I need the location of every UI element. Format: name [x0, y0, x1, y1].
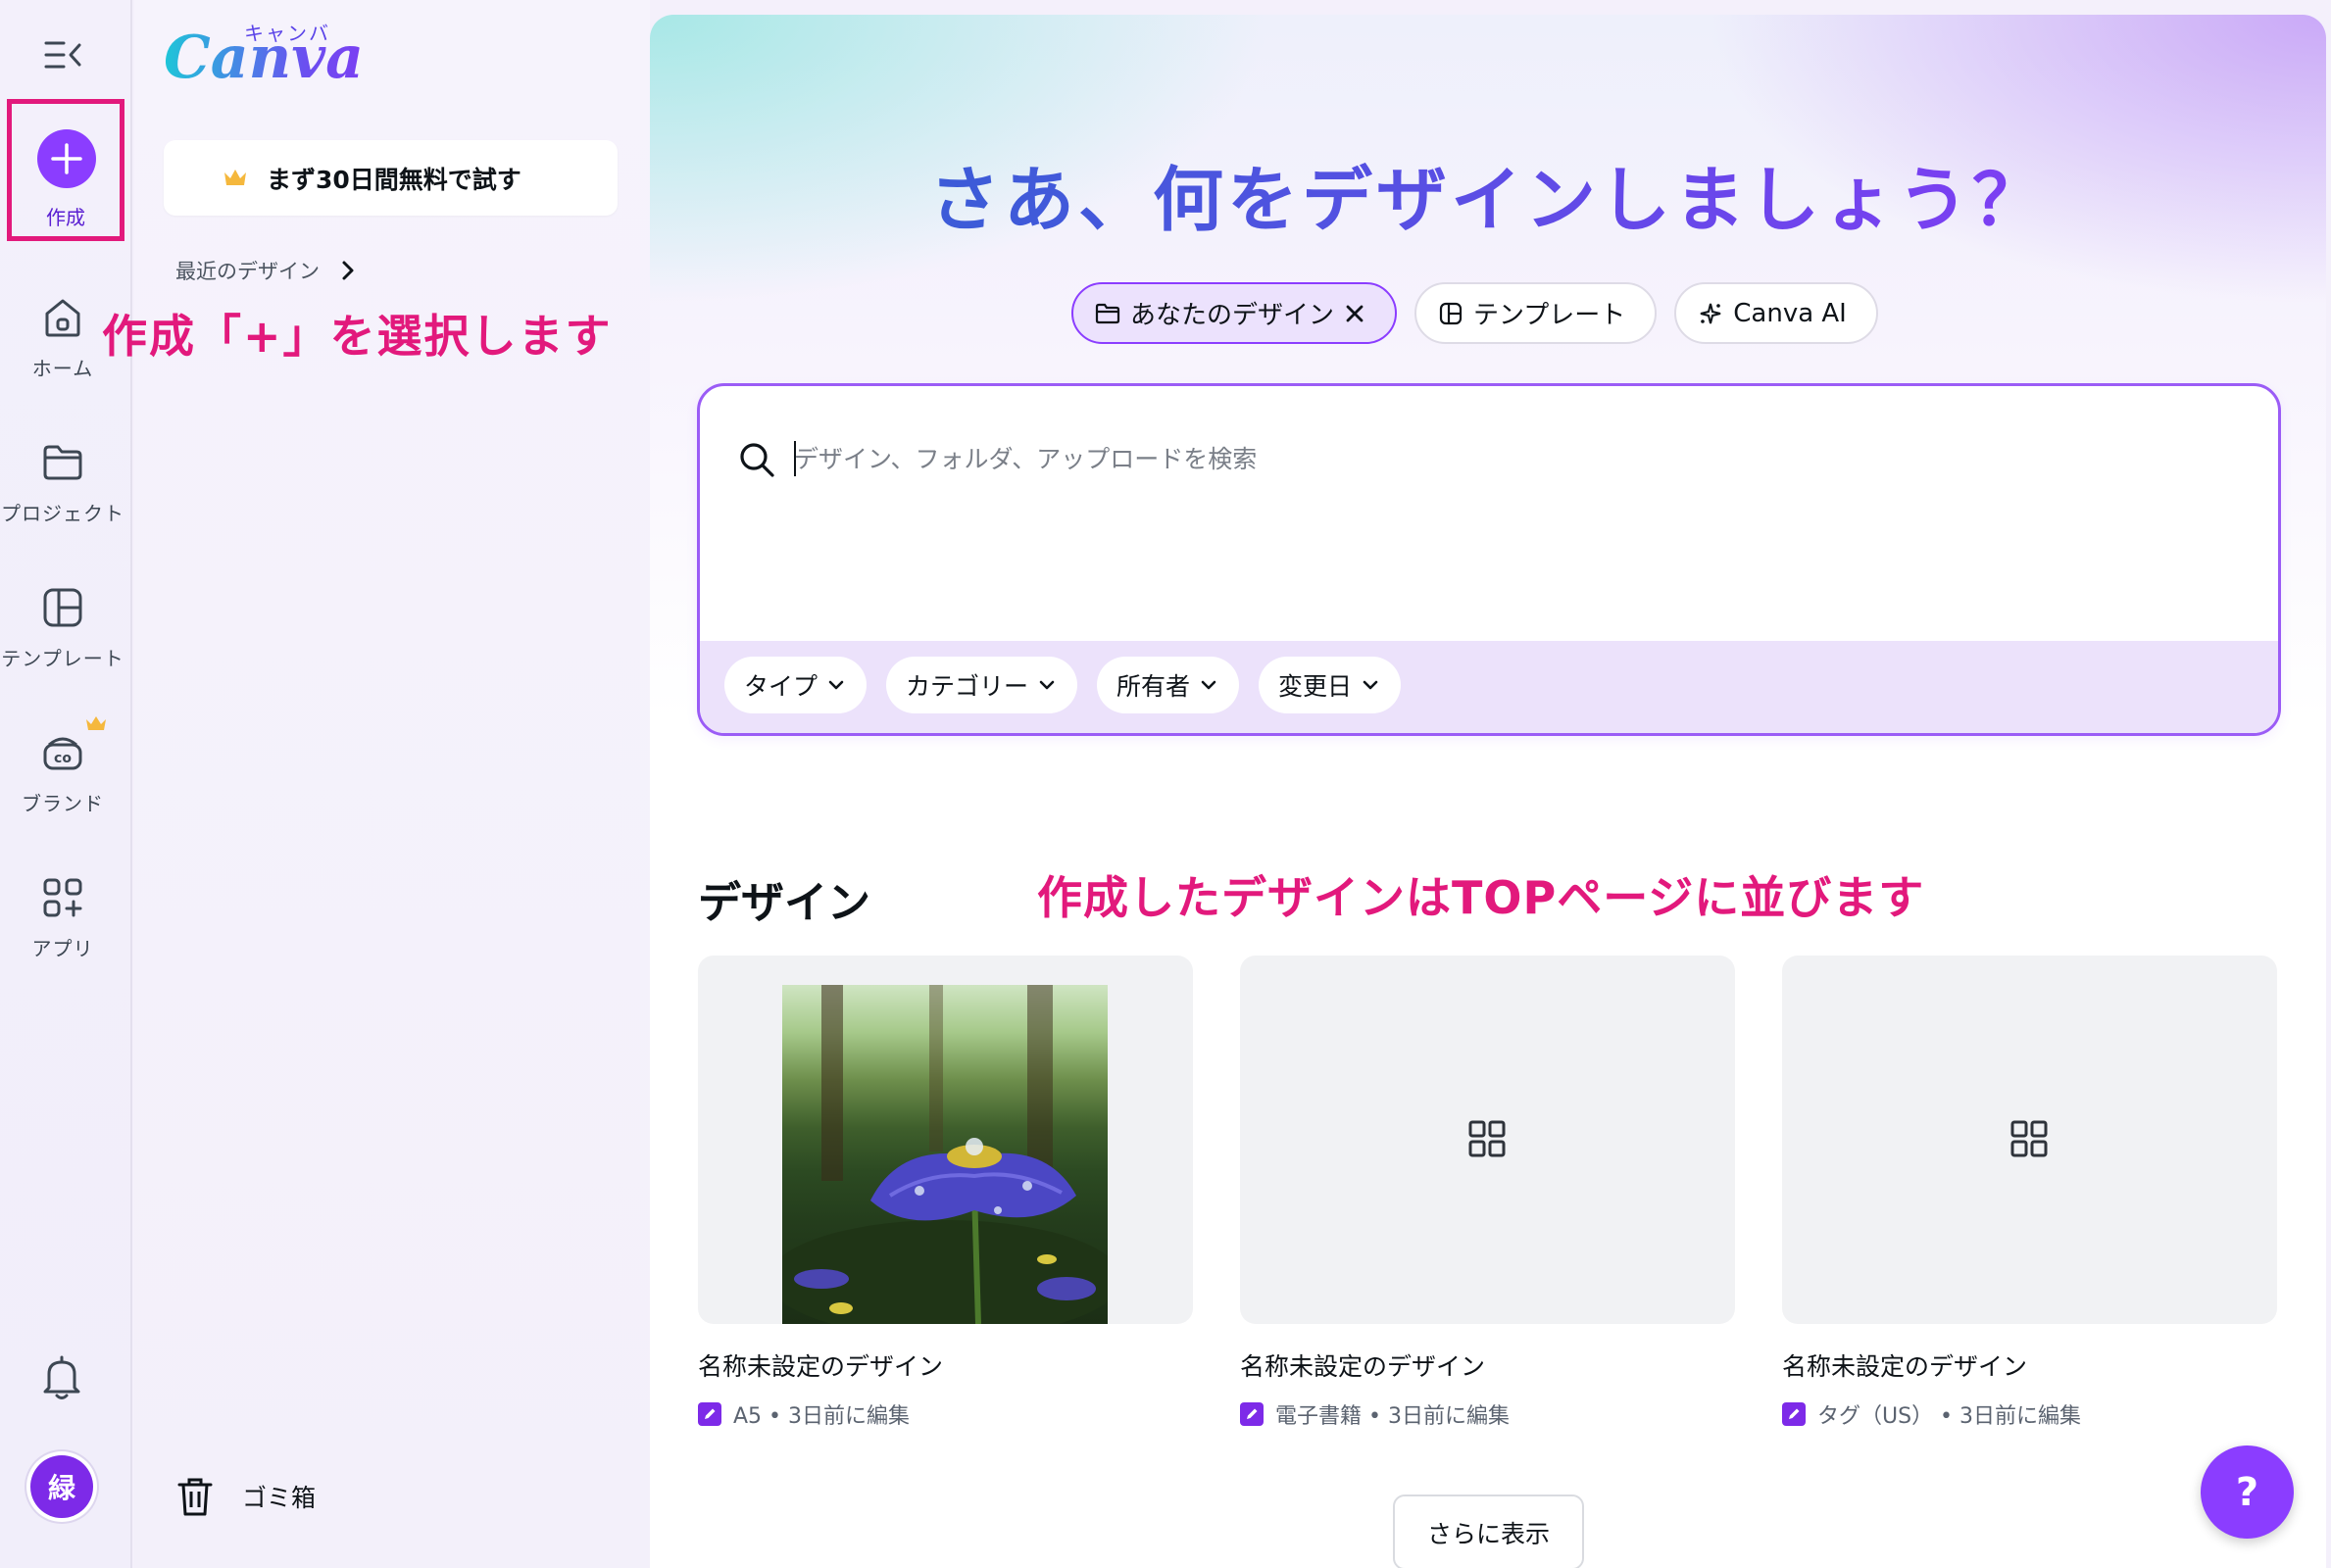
close-icon[interactable] [1344, 303, 1365, 324]
folder-icon [43, 445, 82, 480]
home-icon [45, 299, 80, 337]
filter-category-label: カテゴリー [906, 672, 1029, 701]
rail-label-apps: アプリ [31, 937, 94, 960]
template-icon [1439, 302, 1463, 324]
filter-bar: タイプ カテゴリー 所有者 変更日 [700, 641, 2278, 733]
design-meta: A5 • 3日前に編集 [698, 1398, 1193, 1430]
create-highlight-box: 作成 [7, 99, 124, 241]
apps-icon [43, 878, 82, 917]
create-button[interactable] [37, 129, 96, 188]
chip-your-designs[interactable]: あなたのデザイン [1071, 282, 1398, 344]
filter-category[interactable]: カテゴリー [886, 657, 1078, 713]
folder-icon [1095, 303, 1120, 323]
brand-icon: co [43, 737, 82, 770]
avatar[interactable]: 緑 [30, 1455, 93, 1518]
search-panel: タイプ カテゴリー 所有者 変更日 [697, 383, 2281, 736]
filter-owner-label: 所有者 [1116, 672, 1191, 701]
left-rail: 作成 ホーム プロジェクト テンプレート co ブランド アプリ 緑 [0, 0, 132, 1568]
design-card[interactable]: 名称未設定のデザイン A5 • 3日前に編集 [698, 956, 1193, 1430]
show-more-button[interactable]: さらに表示 [1393, 1494, 1584, 1568]
chevron-down-icon [1363, 680, 1378, 690]
template-icon [43, 588, 82, 627]
design-meta: タグ（US） • 3日前に編集 [1782, 1398, 2277, 1430]
design-card[interactable]: 名称未設定のデザイン 電子書籍 • 3日前に編集 [1240, 956, 1735, 1430]
create-label: 作成 [46, 206, 85, 229]
edit-icon [1240, 1402, 1264, 1426]
rail-label-brand: ブランド [22, 792, 104, 815]
search-scope-chips: あなたのデザイン テンプレート Canva AI [1071, 282, 1878, 344]
design-placeholder-icon [2010, 1120, 2048, 1157]
annotation-designs: 作成したデザインはTOPページに並びます [1037, 871, 1925, 924]
trash-icon [177, 1478, 213, 1516]
design-placeholder-icon [1468, 1120, 1506, 1157]
design-meta-text: タグ（US） • 3日前に編集 [1817, 1404, 2082, 1429]
trash-label: ゴミ箱 [242, 1484, 317, 1512]
design-meta-text: 電子書籍 • 3日前に編集 [1275, 1404, 1510, 1429]
filter-type-label: タイプ [744, 672, 818, 701]
chip-canva-ai[interactable]: Canva AI [1674, 282, 1878, 344]
design-meta-text: A5 • 3日前に編集 [733, 1404, 911, 1429]
help-button[interactable]: ? [2201, 1446, 2294, 1539]
bell-icon[interactable] [37, 1352, 86, 1403]
chevron-down-icon [1201, 680, 1216, 690]
design-meta: 電子書籍 • 3日前に編集 [1240, 1398, 1735, 1430]
free-trial-button[interactable]: まず30日間無料で試す [164, 140, 618, 216]
chevron-down-icon [1039, 680, 1055, 690]
free-trial-label: まず30日間無料で試す [267, 165, 521, 194]
rail-item-brand[interactable]: co ブランド [0, 727, 125, 816]
flower-image [769, 985, 1121, 1324]
main-content: さあ、何をデザインしましょう？ あなたのデザイン テンプレート Canva AI… [650, 15, 2326, 1568]
chip-your-designs-label: あなたのデザイン [1130, 301, 1335, 330]
design-title[interactable]: 名称未設定のデザイン [698, 1348, 1193, 1383]
design-thumbnail[interactable] [1240, 956, 1735, 1324]
chevron-right-icon [342, 261, 354, 280]
rail-label-projects: プロジェクト [1, 502, 124, 525]
svg-text:co: co [54, 751, 72, 766]
trash-link[interactable]: ゴミ箱 [175, 1475, 316, 1518]
filter-modified-date[interactable]: 変更日 [1259, 657, 1402, 713]
design-thumbnail[interactable] [698, 956, 1193, 1324]
design-title[interactable]: 名称未設定のデザイン [1782, 1348, 2277, 1383]
design-cards: 名称未設定のデザイン A5 • 3日前に編集 名称未設定のデザイン 電子書籍 •… [698, 956, 2277, 1430]
sparkle-icon [1701, 303, 1721, 323]
plus-icon [51, 143, 82, 174]
design-title[interactable]: 名称未設定のデザイン [1240, 1348, 1735, 1383]
filter-modified-date-label: 変更日 [1278, 672, 1353, 701]
recent-designs-link[interactable]: 最近のデザイン [175, 256, 355, 285]
chip-templates[interactable]: テンプレート [1414, 282, 1658, 344]
search-input[interactable] [794, 435, 2166, 482]
recent-designs-label: 最近のデザイン [175, 260, 320, 283]
chip-canva-ai-label: Canva AI [1733, 298, 1847, 328]
design-thumbnail[interactable] [1782, 956, 2277, 1324]
search-icon [740, 443, 774, 477]
designs-section-title: デザイン [698, 878, 870, 928]
rail-item-templates[interactable]: テンプレート [0, 582, 125, 671]
filter-owner[interactable]: 所有者 [1097, 657, 1240, 713]
edit-icon [1782, 1402, 1806, 1426]
crown-icon [224, 170, 246, 185]
rail-item-projects[interactable]: プロジェクト [0, 437, 125, 526]
collapse-menu-icon[interactable] [44, 37, 83, 73]
rail-item-apps[interactable]: アプリ [0, 872, 125, 961]
flower-photo-thumbnail [769, 985, 1121, 1324]
page-headline: さあ、何をデザインしましょう？ [650, 142, 2326, 245]
annotation-create: 作成「+」を選択します [102, 310, 613, 363]
chip-templates-label: テンプレート [1473, 301, 1626, 330]
side-panel: Canva キャンバ まず30日間無料で試す 最近のデザイン ゴミ箱 [134, 0, 650, 1568]
rail-label-templates: テンプレート [1, 647, 124, 670]
edit-icon [698, 1402, 721, 1426]
filter-type[interactable]: タイプ [724, 657, 868, 713]
design-card[interactable]: 名称未設定のデザイン タグ（US） • 3日前に編集 [1782, 956, 2277, 1430]
canva-logo-kana: キャンバ [244, 22, 330, 45]
chevron-down-icon [828, 680, 844, 690]
